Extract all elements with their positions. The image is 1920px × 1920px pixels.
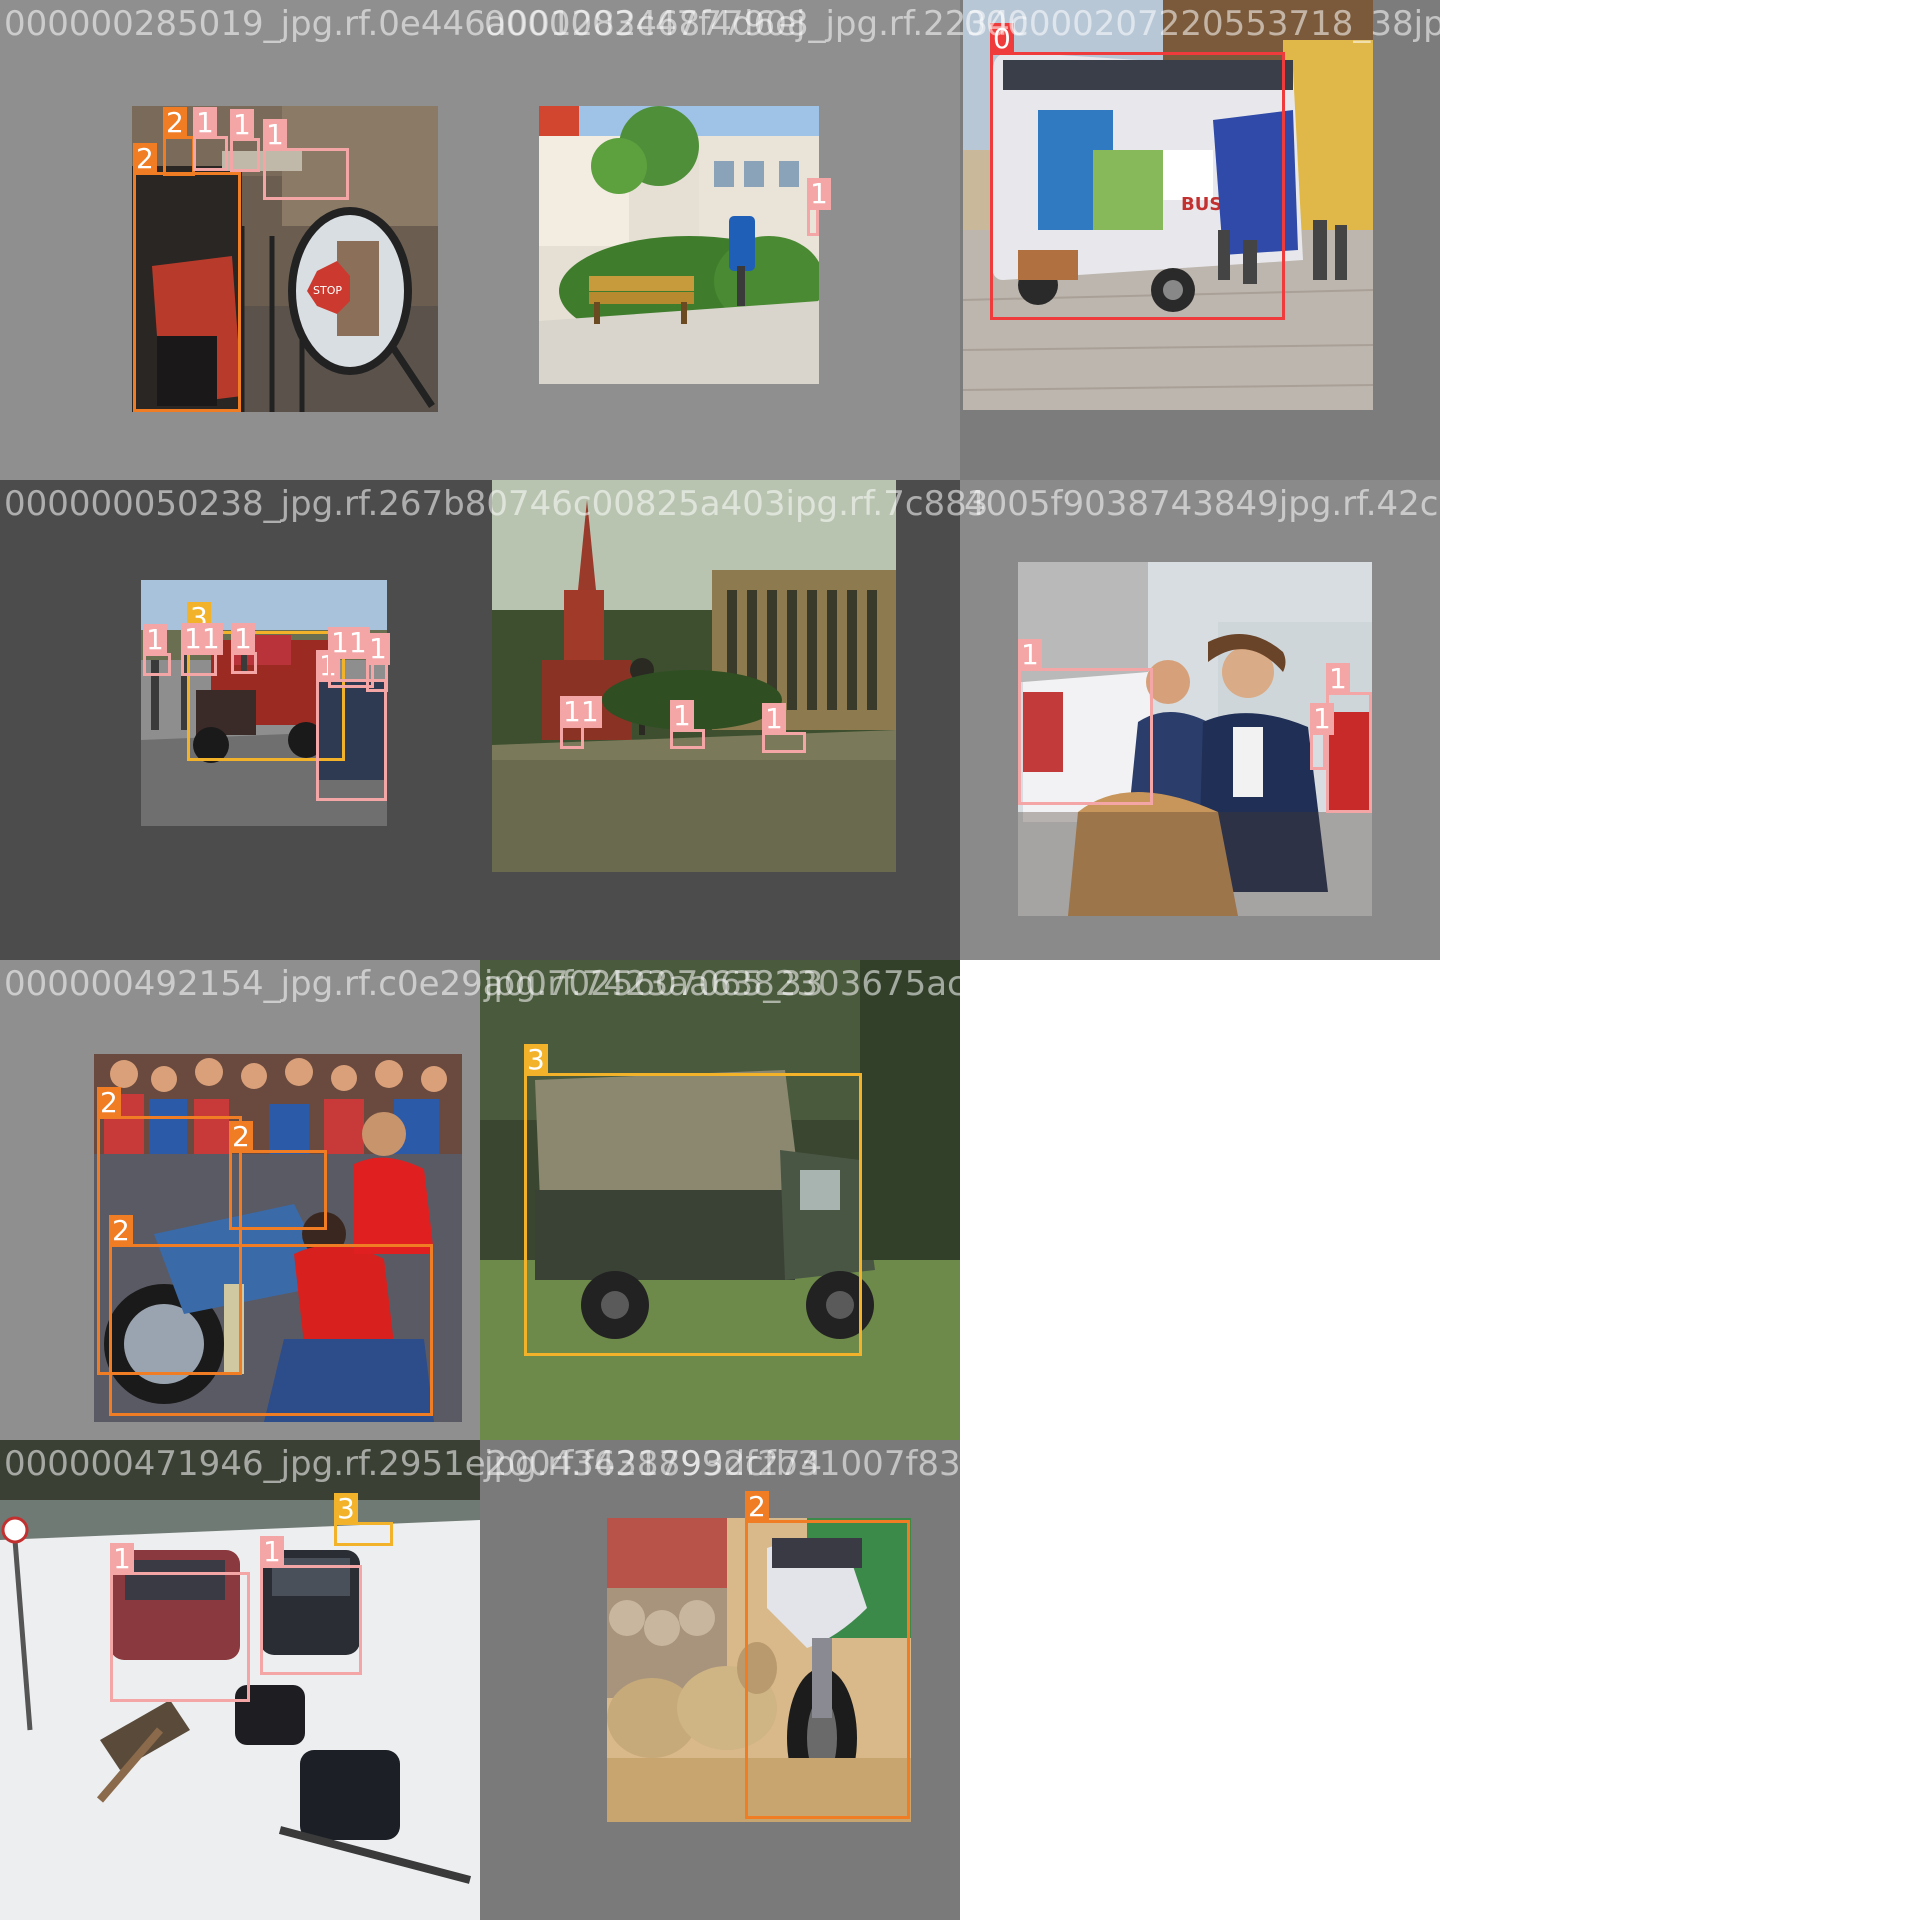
box-label: 1 bbox=[110, 1543, 134, 1575]
box-label: 1 bbox=[1310, 703, 1334, 735]
box-label: 2 bbox=[229, 1121, 253, 1153]
box-label: 0 bbox=[990, 23, 1014, 55]
svg-text:STOP: STOP bbox=[313, 284, 342, 297]
mosaic-tile: 3 1 11 1 1 11 1 bbox=[0, 480, 480, 960]
bounding-box: 1 bbox=[260, 1536, 362, 1675]
bounding-box: 1 bbox=[670, 700, 705, 749]
bounding-box: 1 bbox=[143, 624, 171, 676]
mosaic-tile: STOP 2 2 1 1 1 bbox=[0, 0, 480, 480]
box-label: 11 bbox=[181, 623, 223, 655]
box-label: 1 bbox=[260, 1536, 284, 1568]
box-label: 1 bbox=[230, 109, 254, 141]
mosaic-tile: 1 bbox=[480, 0, 960, 480]
box-label: 1 bbox=[762, 703, 786, 735]
photo-garden-bench bbox=[539, 106, 819, 384]
bounding-box: 1 bbox=[1018, 639, 1153, 805]
box-label: 11 bbox=[560, 696, 602, 728]
photo bbox=[492, 480, 896, 872]
bounding-box: 1 bbox=[263, 119, 349, 200]
bounding-box: 1 bbox=[110, 1543, 250, 1702]
mosaic-tile: BUS 0 bbox=[960, 0, 1440, 480]
mosaic-tile: 3 bbox=[480, 960, 960, 1440]
bounding-box: 3 bbox=[334, 1493, 393, 1546]
box-label: 1 bbox=[807, 178, 831, 210]
photo-town-square bbox=[492, 480, 896, 872]
bounding-box: 1 bbox=[231, 623, 257, 674]
photo bbox=[539, 106, 819, 384]
bounding-box: 2 bbox=[745, 1491, 910, 1819]
bounding-box: 1 bbox=[193, 107, 228, 171]
box-label: 2 bbox=[133, 143, 157, 175]
box-label: 2 bbox=[109, 1215, 133, 1247]
bounding-box: 0 bbox=[990, 23, 1285, 320]
bounding-box: 2 bbox=[109, 1215, 433, 1416]
bounding-box: 1 bbox=[366, 633, 390, 692]
bounding-box: 1 bbox=[316, 650, 387, 801]
mosaic-tile: 2 2 2 bbox=[0, 960, 480, 1440]
box-label: 2 bbox=[745, 1491, 769, 1523]
bounding-box: 2 bbox=[133, 143, 241, 412]
box-label: 1 bbox=[1326, 663, 1350, 695]
bounding-box: 2 bbox=[163, 107, 195, 176]
bounding-box: 1 bbox=[1310, 703, 1334, 770]
mosaic-tile: 1 1 1 bbox=[960, 480, 1440, 960]
box-label: 3 bbox=[334, 1493, 358, 1525]
box-label: 1 bbox=[1018, 639, 1042, 671]
box-label: 1 bbox=[143, 624, 167, 656]
bounding-box: 1 bbox=[807, 178, 831, 236]
box-label: 1 bbox=[670, 700, 694, 732]
bounding-box: 2 bbox=[229, 1121, 327, 1230]
box-label: 3 bbox=[524, 1044, 548, 1076]
bounding-box: 3 bbox=[524, 1044, 862, 1356]
box-label: 11 bbox=[328, 627, 370, 659]
bounding-box: 1 bbox=[230, 109, 260, 172]
bounding-box: 1 bbox=[762, 703, 806, 753]
bounding-box: 11 bbox=[181, 623, 223, 676]
bounding-box: 11 bbox=[560, 696, 602, 749]
mosaic-tile: 2 bbox=[480, 1440, 960, 1920]
box-label: 1 bbox=[366, 633, 390, 665]
box-label: 2 bbox=[97, 1087, 121, 1119]
mosaic-tile: 3 1 1 bbox=[0, 1440, 480, 1920]
box-label: 1 bbox=[193, 107, 217, 139]
box-label: 1 bbox=[263, 119, 287, 151]
mosaic-tile: 11 1 1 bbox=[480, 480, 960, 960]
box-label: 1 bbox=[231, 623, 255, 655]
box-label: 2 bbox=[163, 107, 187, 139]
